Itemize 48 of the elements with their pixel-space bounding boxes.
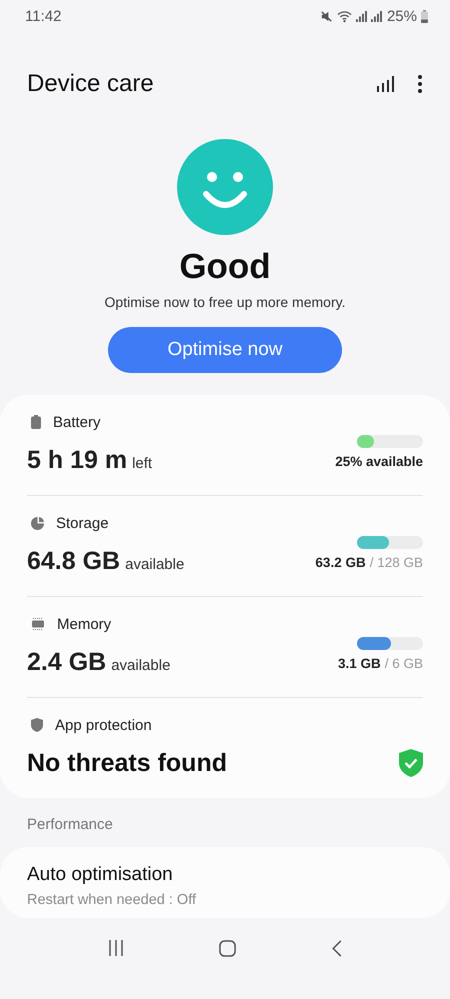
reading-text: 63.2 GB [315, 555, 366, 570]
page-title: Device care [27, 70, 154, 98]
battery-icon [421, 10, 428, 22]
chip-icon [31, 618, 45, 630]
signal-icon [370, 10, 382, 22]
pie-chart-icon [31, 516, 44, 530]
status-row[interactable]: Battery 5 h 19 m left 25% available [27, 395, 423, 496]
status-value: No threats found [27, 748, 227, 778]
more-options-button[interactable] [418, 75, 422, 93]
status-row[interactable]: Storage 64.8 GB available 63.2 GB / 128 GB [27, 496, 423, 597]
stats-button[interactable] [376, 75, 394, 93]
row-label: Storage [56, 514, 109, 532]
row-label: Battery [53, 414, 101, 430]
value-text: 2.4 GB [27, 648, 106, 676]
status-row[interactable]: App protection No threats found [27, 698, 423, 798]
setting-item[interactable]: Auto optimisation Restart when needed : Off [0, 847, 450, 918]
status-message: Optimise now to free up more memory. [104, 294, 346, 310]
battery-icon [31, 415, 41, 429]
back-icon [332, 940, 342, 957]
signal-icon [356, 10, 367, 22]
bar-chart-icon [376, 75, 394, 93]
value-text: 64.8 GB [27, 546, 120, 576]
smiley-icon [177, 139, 273, 235]
value-text: 5 h 19 m [27, 446, 128, 474]
home-icon [219, 940, 236, 957]
setting-summary: Restart when needed : Off [27, 892, 198, 908]
total-text: / 6 GB [384, 656, 423, 671]
status-row[interactable]: Memory 2.4 GB available 3.1 GB / 6 GB [27, 597, 423, 698]
battery-percent: 25% [386, 8, 417, 24]
shield-icon [31, 718, 43, 732]
status-time: 11:42 [25, 8, 62, 24]
more-options-icon [418, 75, 422, 93]
wifi-icon [336, 10, 352, 22]
mute-icon [320, 10, 333, 22]
shield-check-icon [399, 749, 423, 777]
total-text: / 128 GB [370, 555, 423, 570]
unit-text: available [111, 656, 170, 674]
row-label: Memory [57, 616, 112, 632]
status-text: Good [179, 247, 271, 287]
reading-text: 25% available [335, 454, 423, 469]
section-header: Performance [26, 816, 114, 835]
row-label: App protection [55, 716, 152, 734]
optimise-button[interactable]: Optimise now [108, 327, 342, 373]
recent-apps-icon [108, 940, 124, 956]
unit-text: left [132, 454, 152, 472]
setting-title: Auto optimisation [27, 864, 174, 886]
unit-text: available [125, 556, 184, 572]
reading-text: 3.1 GB [338, 656, 381, 671]
